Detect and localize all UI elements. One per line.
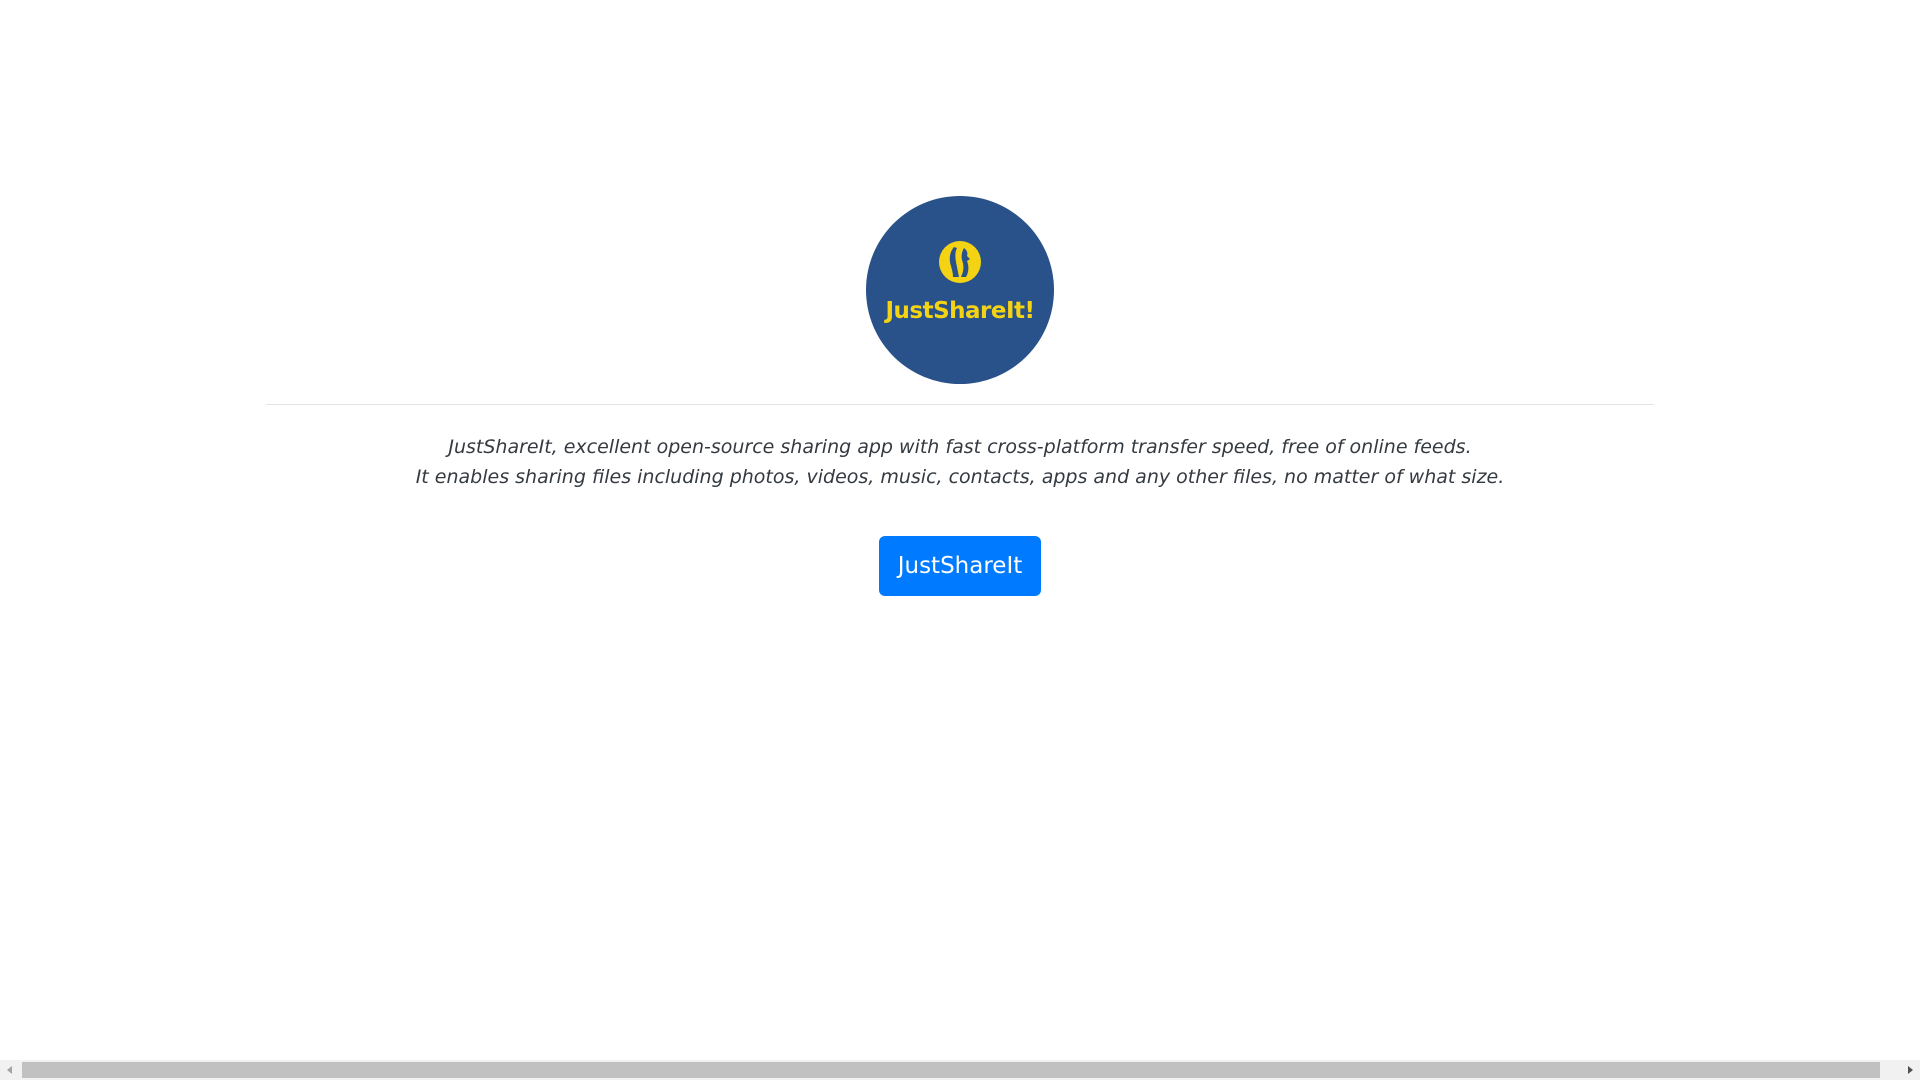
scroll-right-arrow-icon[interactable] [1900, 1060, 1920, 1080]
description-line-1: JustShareIt, excellent open-source shari… [448, 436, 1472, 458]
justshareit-button[interactable]: JustShareIt [879, 536, 1041, 596]
justshareit-logo-icon [939, 241, 981, 283]
scroll-left-arrow-icon[interactable] [0, 1060, 20, 1080]
divider [266, 404, 1654, 405]
scrollbar-thumb[interactable] [22, 1062, 1880, 1078]
app-description: JustShareIt, excellent open-source shari… [0, 432, 1920, 492]
description-line-2: It enables sharing files including photo… [415, 466, 1505, 488]
app-logo: JustShareIt! [866, 196, 1054, 384]
logo-wordmark: JustShareIt! [885, 298, 1035, 324]
